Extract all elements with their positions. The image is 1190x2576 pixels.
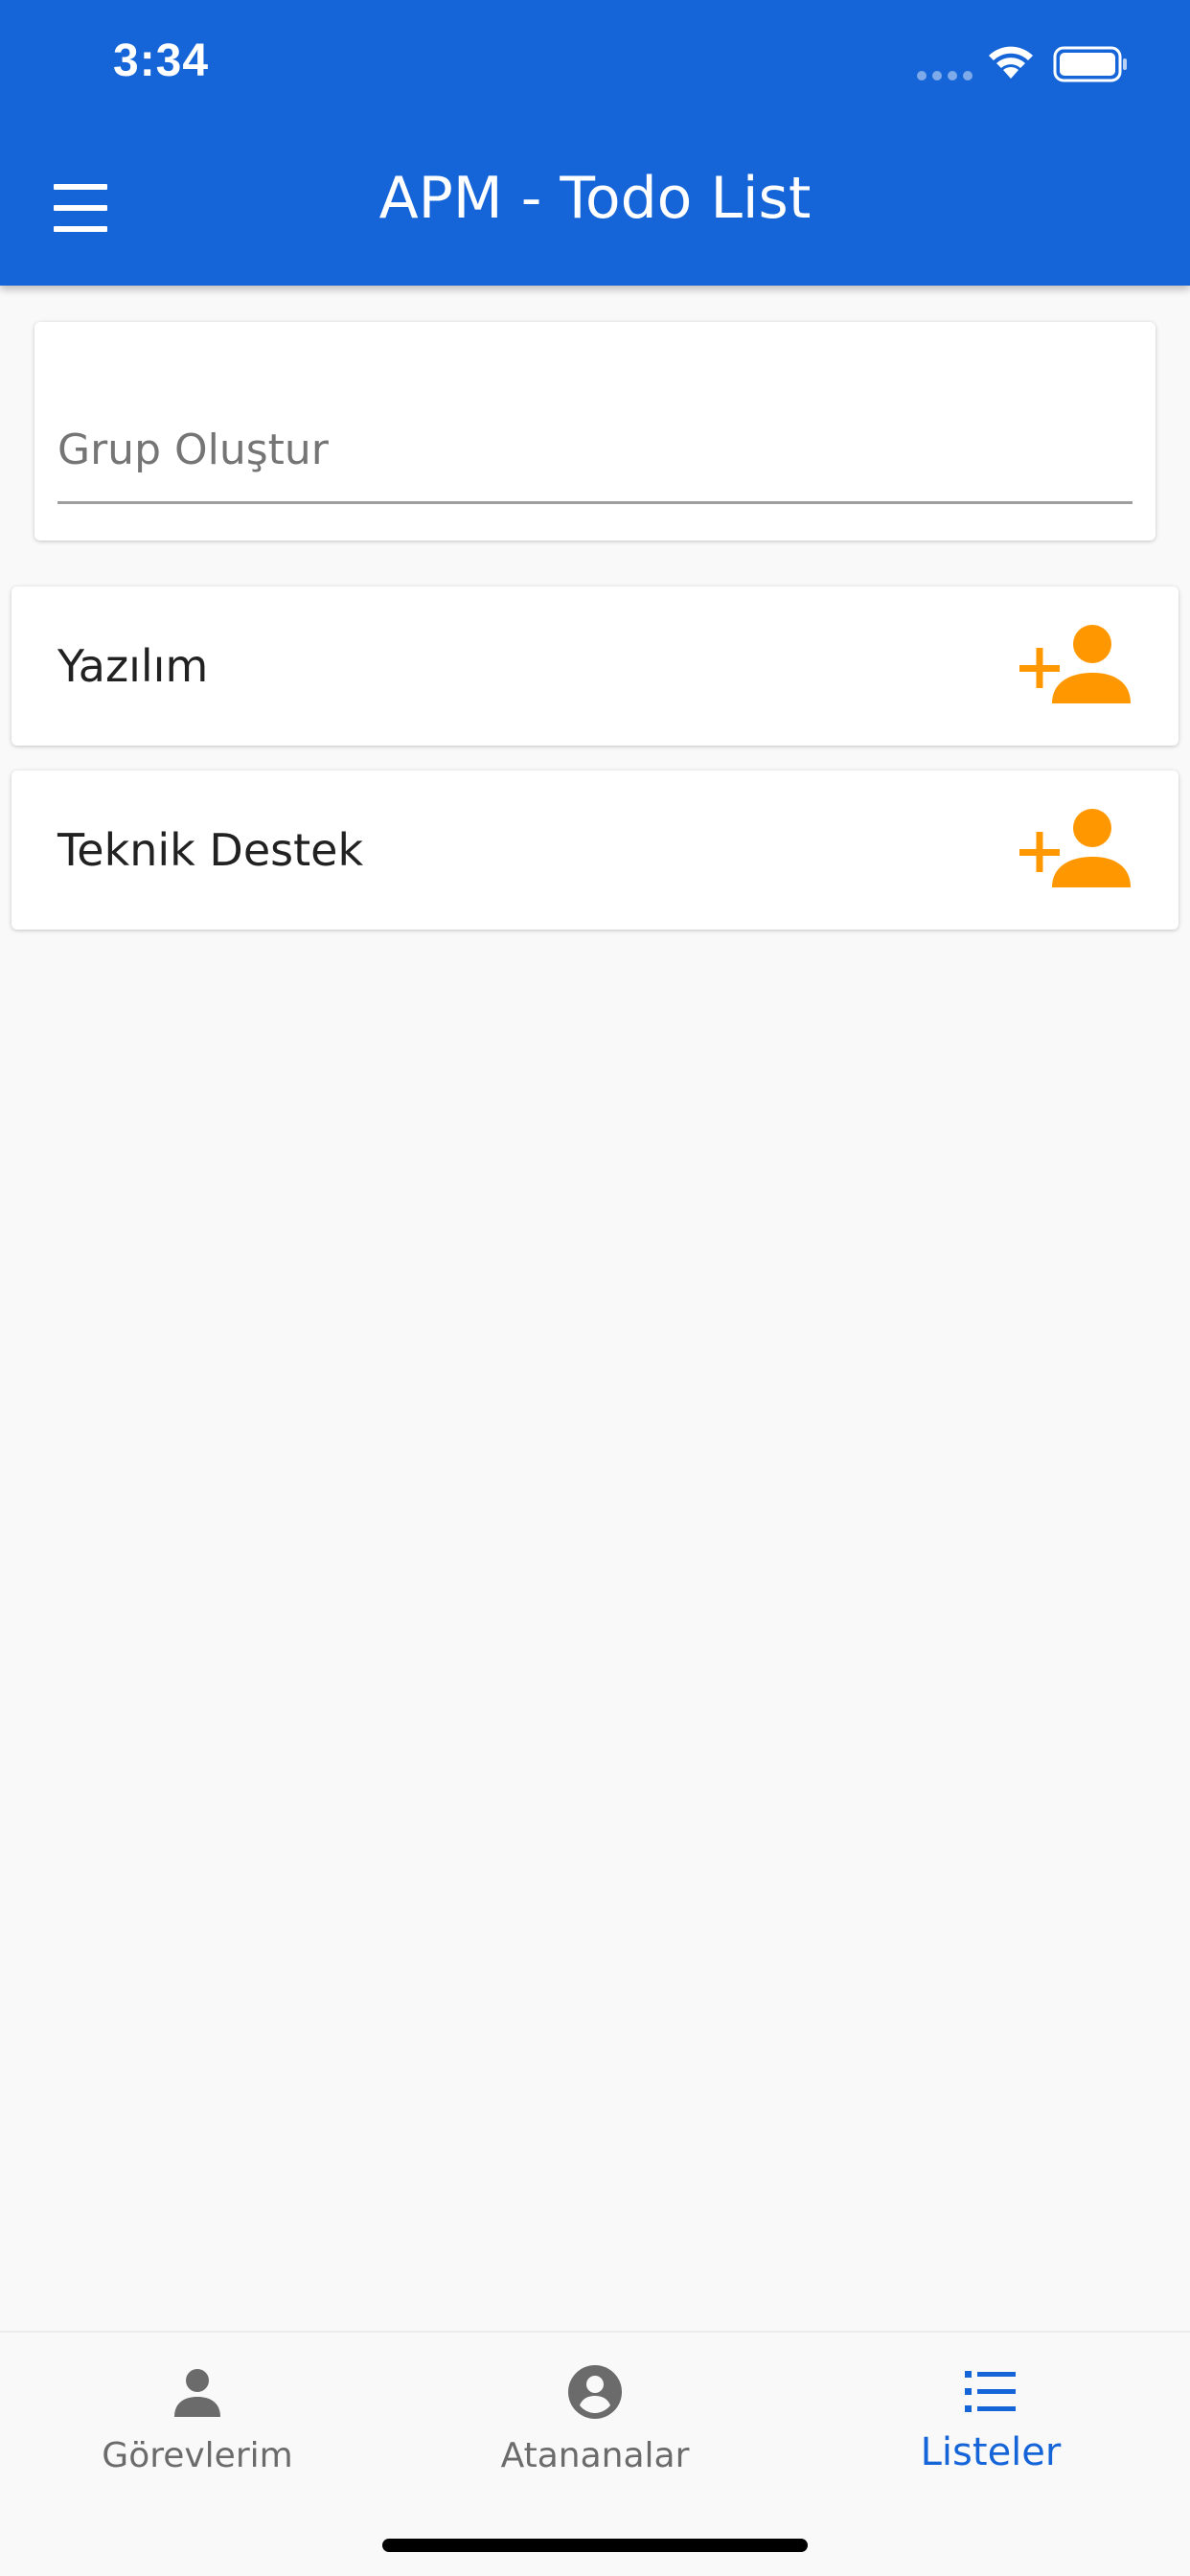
group-create-card [34,322,1156,540]
nav-item-listeler[interactable]: Listeler [847,2363,1134,2497]
list-icon [965,2371,1016,2412]
person-icon [174,2369,220,2417]
add-person-icon[interactable] [1019,805,1131,891]
group-label: Yazılım [57,640,209,692]
nav-item-atananalar[interactable]: Atananalar [451,2363,739,2497]
app-screen: 3:34 APM - Todo List Yazılım [0,0,1190,2576]
wifi-icon [989,46,1033,79]
battery-icon [1053,46,1127,82]
group-list-item[interactable]: Yazılım [11,586,1179,746]
nav-label: Görevlerim [102,2436,293,2475]
group-label: Teknik Destek [57,824,364,876]
status-time: 3:34 [113,35,210,86]
page-title: APM - Todo List [378,165,812,232]
home-indicator [382,2539,808,2552]
app-header: 3:34 APM - Todo List [0,0,1190,286]
add-person-icon[interactable] [1019,621,1131,707]
nav-label: Atananalar [500,2436,690,2475]
group-list-item[interactable]: Teknik Destek [11,770,1179,930]
nav-item-gorevlerim[interactable]: Görevlerim [54,2363,341,2497]
nav-label: Listeler [920,2430,1062,2474]
account-circle-icon [568,2365,622,2419]
cellular-signal-icon [917,71,973,80]
group-create-input[interactable] [57,399,1133,504]
